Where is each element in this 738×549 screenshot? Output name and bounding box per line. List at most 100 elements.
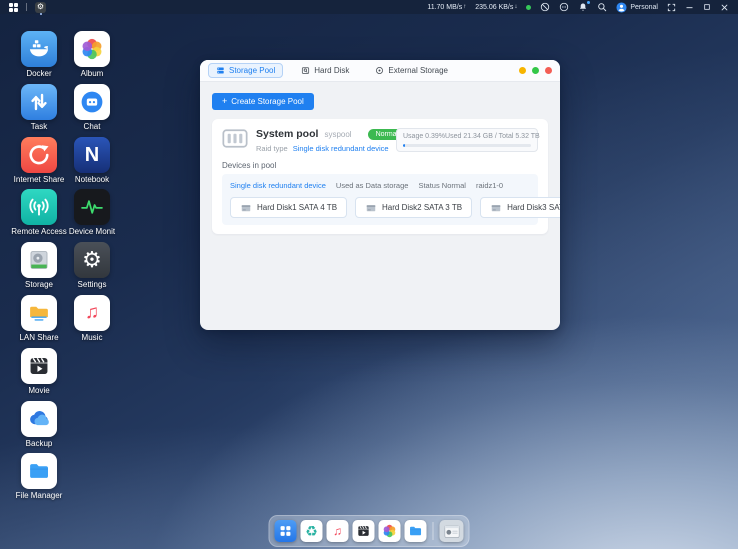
notebook-icon: N <box>74 137 110 173</box>
devices-panel: Single disk redundant device Used as Data… <box>222 174 538 225</box>
dock-running-items <box>440 520 464 542</box>
close-icon[interactable] <box>720 3 729 12</box>
assistant-icon[interactable] <box>559 2 569 12</box>
devices-meta-item: Used as Data storage <box>336 181 409 190</box>
dnd-icon[interactable] <box>540 2 550 12</box>
desktop-icon-music[interactable]: ♫Music <box>66 295 118 343</box>
raid-type-label: Raid type <box>256 144 288 153</box>
devices-meta-row: Single disk redundant device Used as Data… <box>230 181 530 190</box>
hard-disk-drive-icon <box>490 202 502 214</box>
desktop-icon-file-manager[interactable]: File Manager <box>13 453 65 501</box>
minimize-icon[interactable] <box>685 3 694 12</box>
tab-label: Storage Pool <box>229 66 275 75</box>
disk-chip-hard-disk3-sata-3-tb[interactable]: Hard Disk3 SATA 3 TB <box>480 197 560 218</box>
storage-icon <box>21 242 57 278</box>
internet-share-icon <box>21 137 57 173</box>
tab-label: External Storage <box>388 66 448 75</box>
music-icon: ♫ <box>74 295 110 331</box>
desktop-icon-settings[interactable]: ⚙ Settings <box>66 242 118 290</box>
desktop-icon-notebook[interactable]: N Notebook <box>66 137 118 185</box>
devices-meta-item[interactable]: Single disk redundant device <box>230 181 326 190</box>
window-close-dot[interactable] <box>545 67 552 74</box>
window-maximize-dot[interactable] <box>532 67 539 74</box>
fullscreen-icon[interactable] <box>667 3 676 12</box>
remote-access-icon <box>21 189 57 225</box>
desktop-icon-device-monit[interactable]: Device Monit <box>66 189 118 237</box>
desktop-icon-backup[interactable]: Backup <box>13 401 65 449</box>
tab-storage-pool[interactable]: Storage Pool <box>208 63 283 78</box>
window-tabbar: Storage Pool Hard Disk External Storage <box>200 60 560 82</box>
active-app-icon[interactable]: ⚙ <box>35 2 46 13</box>
desktop-icon-label: Settings <box>78 281 107 290</box>
hard-disk-drive-icon <box>240 202 252 214</box>
desktop-icon-label: Remote Access <box>11 228 67 237</box>
desktop-icon-album[interactable]: Album <box>66 31 118 79</box>
lan-share-icon <box>21 295 57 331</box>
storage-pool-icon <box>216 66 225 75</box>
raid-type-link[interactable]: Single disk redundant device <box>293 144 389 153</box>
notification-badge-dot <box>587 1 590 4</box>
hard-disk-drive-icon <box>365 202 377 214</box>
backup-icon <box>21 401 57 437</box>
movie-icon <box>21 348 57 384</box>
settings-icon: ⚙ <box>74 242 110 278</box>
dock-trash-icon[interactable]: ♻ <box>301 520 323 542</box>
tab-external-storage[interactable]: External Storage <box>367 63 456 78</box>
desktop-icon-storage[interactable]: Storage <box>13 242 65 290</box>
dock-divider <box>433 522 434 540</box>
upload-arrow-icon: ↑ <box>463 4 466 10</box>
desktop-icon-lan-share[interactable]: LAN Share <box>13 295 65 343</box>
create-storage-pool-label: Create Storage Pool <box>231 97 304 106</box>
external-storage-icon <box>375 66 384 75</box>
dock-music-icon[interactable]: ♫ <box>327 520 349 542</box>
disk-chip-hard-disk1-sata-4-tb[interactable]: Hard Disk1 SATA 4 TB <box>230 197 347 218</box>
network-download-speed: 235.06 KB/s↓ <box>475 4 517 11</box>
desktop-icon-label: Notebook <box>75 176 109 185</box>
taskbar-status-area: 11.70 MB/s↑ 235.06 KB/s↓ Personal <box>427 2 729 13</box>
plus-icon: + <box>222 97 227 106</box>
dock-pinned-items: ♻♫ <box>275 520 427 542</box>
window-minimize-dot[interactable] <box>519 67 526 74</box>
desktop-column-2: Album Chat N Notebook Device Monit ⚙ Settings ♫… <box>66 31 118 506</box>
search-icon[interactable] <box>597 2 607 12</box>
network-upload-speed: 11.70 MB/s↑ <box>427 4 466 11</box>
chat-icon <box>74 84 110 120</box>
status-dot <box>526 5 531 10</box>
notification-bell-icon[interactable] <box>578 2 588 12</box>
desktop-icon-docker[interactable]: Docker <box>13 31 65 79</box>
user-avatar-icon <box>616 2 627 13</box>
window-controls <box>519 67 552 74</box>
desktop-icon-task[interactable]: Task <box>13 84 65 132</box>
desktop-icon-label: Movie <box>28 387 49 396</box>
desktop-icon-label: Task <box>31 123 47 132</box>
disk-chip-hard-disk2-sata-3-tb[interactable]: Hard Disk2 SATA 3 TB <box>355 197 472 218</box>
desktop-icon-label: LAN Share <box>19 334 58 343</box>
disk-label: Hard Disk3 SATA 3 TB <box>507 203 560 212</box>
dock-storage-window-preview[interactable] <box>440 520 464 542</box>
dock-album-icon[interactable] <box>379 520 401 542</box>
download-arrow-icon: ↓ <box>514 4 517 10</box>
disk-label: Hard Disk1 SATA 4 TB <box>257 203 337 212</box>
desktop-icon-movie[interactable]: Movie <box>13 348 65 396</box>
maximize-icon[interactable] <box>703 3 711 11</box>
user-name-label: Personal <box>630 4 658 11</box>
hard-disk-icon <box>301 66 310 75</box>
pool-titles: System pool syspool Normal Raid type Sin… <box>256 128 396 153</box>
tab-hard-disk[interactable]: Hard Disk <box>293 63 357 78</box>
desktop-icon-label: Docker <box>26 70 51 79</box>
dock: ♻♫ <box>269 515 470 547</box>
dock-file-manager-icon[interactable] <box>405 520 427 542</box>
user-menu[interactable]: Personal <box>616 2 658 13</box>
create-storage-pool-button[interactable]: + Create Storage Pool <box>212 93 314 110</box>
desktop-icon-internet-share[interactable]: Internet Share <box>13 137 65 185</box>
desktop-icon-label: Backup <box>26 440 53 449</box>
launcher-grid-icon[interactable] <box>9 3 18 12</box>
dock-movie-icon[interactable] <box>353 520 375 542</box>
desktop-icon-chat[interactable]: Chat <box>66 84 118 132</box>
window-content: + Create Storage Pool System pool syspoo… <box>200 82 560 243</box>
usage-progress-fill <box>403 144 405 147</box>
window-tab-list: Storage Pool Hard Disk External Storage <box>208 63 456 78</box>
dock-app-center-icon[interactable] <box>275 520 297 542</box>
desktop-icon-remote-access[interactable]: Remote Access <box>13 189 65 237</box>
desktop-icon-label: Internet Share <box>14 176 65 185</box>
